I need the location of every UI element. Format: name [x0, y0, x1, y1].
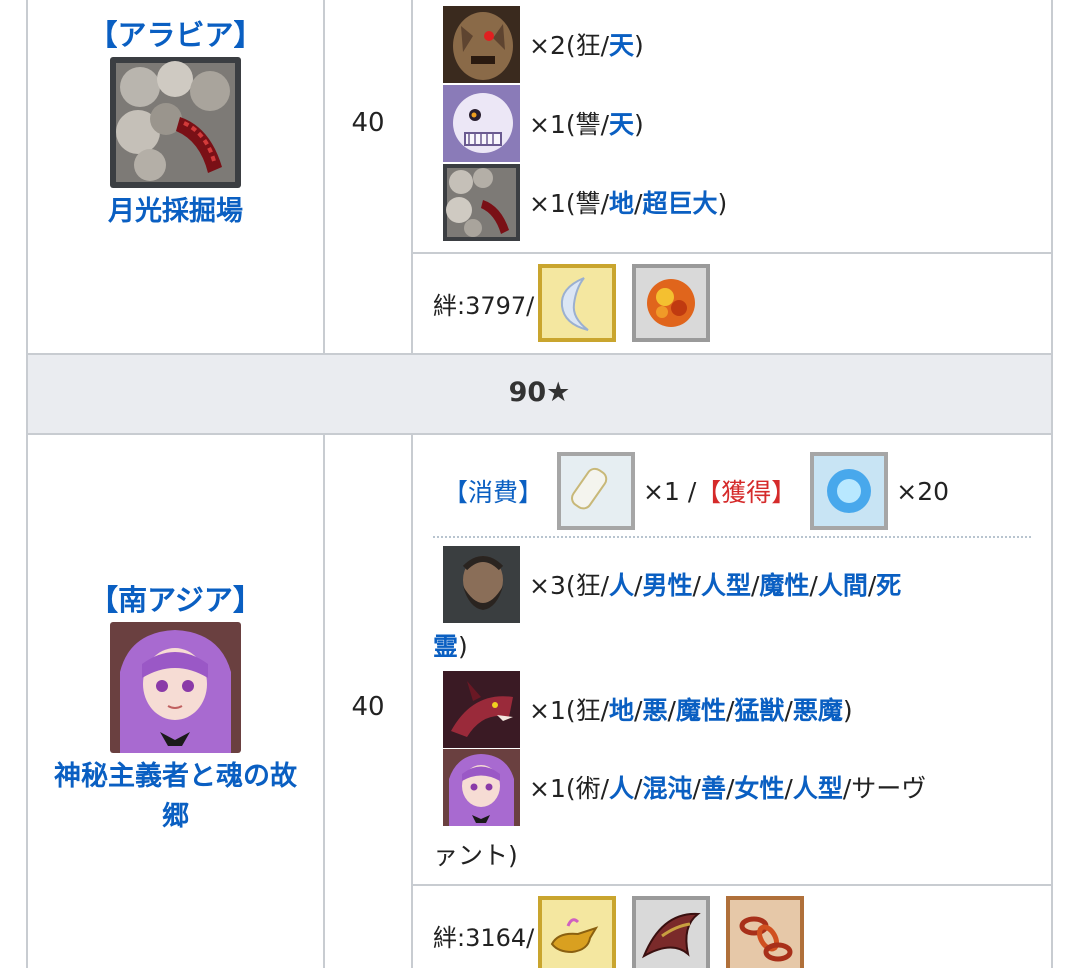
consume-label[interactable]: 【消費】	[443, 473, 543, 509]
enemy-count: ×1(狂/	[529, 696, 610, 725]
dragon-wing-icon[interactable]	[632, 896, 711, 968]
ap-cost: 40	[351, 692, 385, 722]
quest-name-link[interactable]: 神秘主義者と魂の故 郷	[28, 757, 323, 837]
enemy-count: ×1(讐/	[529, 110, 610, 139]
trait-link[interactable]: 魔性	[759, 571, 809, 600]
ap-cost: 40	[351, 108, 385, 138]
quest-cell: 【南アジア】 神秘主義者と魂の故 郷	[28, 582, 323, 837]
trait-link[interactable]: 猛獣	[734, 696, 784, 725]
enemy-row: ×1(讐/地/超巨大)	[443, 163, 727, 241]
trait-link[interactable]: 人型	[793, 774, 843, 803]
trait-link[interactable]: 地	[609, 696, 634, 725]
enemy-text: ×2(狂/天)	[529, 26, 644, 62]
bond-points: 絆:3164/	[433, 923, 535, 952]
enemy-text-wrap: 霊)	[433, 627, 468, 667]
enemy-suffix: )	[717, 189, 728, 218]
golem-demon-icon[interactable]	[443, 5, 520, 83]
separator: /	[784, 774, 793, 803]
blue-crystal-icon[interactable]	[810, 452, 889, 530]
drop-row: 絆:3164/	[433, 896, 820, 968]
moon-crystal-icon[interactable]	[538, 264, 617, 342]
enemy-count: ×1(術/	[529, 774, 610, 803]
table-border-right	[1051, 0, 1053, 968]
quest-name-line: 郷	[162, 801, 189, 832]
flame-petal-icon[interactable]	[632, 264, 711, 342]
trait-link[interactable]: 地	[609, 189, 634, 218]
enemy-row: ×1(術/人/混沌/善/女性/人型/サーヴ	[443, 748, 926, 826]
purple-haired-girl-icon[interactable]	[110, 622, 241, 753]
separator: /	[784, 696, 793, 725]
dotted-divider	[433, 536, 1031, 538]
rock-centipede-icon[interactable]	[110, 57, 241, 188]
consume-qty: ×1 /	[643, 476, 697, 506]
trait-link[interactable]: 善	[701, 774, 726, 803]
table-border-col1	[323, 0, 325, 355]
enemy-suffix: )	[458, 632, 468, 661]
enemy-text: ×3(狂/人/男性/人型/魔性/人間/死	[529, 566, 901, 602]
row-divider	[411, 252, 1053, 254]
trait-link[interactable]: 魔性	[676, 696, 726, 725]
quest-cell: 【アラビア】 月光採掘場	[28, 17, 323, 232]
section-header: 90★	[28, 355, 1051, 433]
section-title: 90★	[508, 377, 571, 408]
trait-link[interactable]: 天	[609, 110, 634, 139]
bearded-man-icon[interactable]	[443, 545, 520, 623]
rock-centipede-icon[interactable]	[443, 163, 520, 241]
purple-haired-girl-icon[interactable]	[443, 748, 520, 826]
separator: /	[692, 774, 701, 803]
enemy-count: ×1(讐/	[529, 189, 610, 218]
row-divider	[411, 884, 1053, 886]
gain-qty: ×20	[896, 476, 950, 506]
table-border-col2b	[411, 433, 413, 968]
enemy-count: ×2(狂/	[529, 31, 610, 60]
trait-link[interactable]: 人	[609, 774, 634, 803]
trait-link[interactable]: 悪	[642, 696, 667, 725]
red-demon-icon[interactable]	[443, 670, 520, 748]
separator: /	[809, 571, 818, 600]
enemy-row: ×3(狂/人/男性/人型/魔性/人間/死	[443, 545, 901, 623]
separator: /	[692, 571, 701, 600]
trait-link[interactable]: 女性	[734, 774, 784, 803]
cost-row: 【消費】 ×1 / 【獲得】 ×20	[443, 451, 949, 531]
trait-link[interactable]: 超巨大	[642, 189, 717, 218]
quest-name-line: 神秘主義者と魂の故	[54, 761, 297, 792]
enemy-row: ×2(狂/天)	[443, 5, 644, 83]
region-label[interactable]: 【南アジア】	[28, 582, 323, 618]
enemy-text: ×1(術/人/混沌/善/女性/人型/サーヴ	[529, 769, 926, 805]
separator: /	[667, 696, 676, 725]
gain-label[interactable]: 【獲得】	[696, 473, 796, 509]
trait-link[interactable]: 死	[876, 571, 901, 600]
enemy-suffix: )	[634, 110, 644, 139]
enemy-suffix: )	[842, 696, 853, 725]
enemy-suffix: /サーヴ	[842, 774, 927, 803]
drop-row: 絆:3797/	[433, 264, 726, 342]
enemy-text: ×1(讐/天)	[529, 105, 644, 141]
row-divider	[26, 433, 1053, 435]
enemy-suffix: )	[634, 31, 644, 60]
region-label[interactable]: 【アラビア】	[28, 17, 323, 53]
enemy-count: ×3(狂/	[529, 571, 610, 600]
trait-link[interactable]: 悪魔	[793, 696, 843, 725]
enemy-text-wrap: ァント)	[433, 841, 518, 870]
enemy-row: ×1(狂/地/悪/魔性/猛獣/悪魔)	[443, 670, 853, 748]
chain-icon[interactable]	[726, 896, 805, 968]
enemy-row: ×1(讐/天)	[443, 84, 644, 162]
trait-link[interactable]: 男性	[642, 571, 692, 600]
bronze-fruit-can-icon[interactable]	[557, 452, 636, 530]
bond-points: 絆:3797/	[433, 291, 535, 320]
table-border-col2	[411, 0, 413, 355]
enemy-text: ×1(狂/地/悪/魔性/猛獣/悪魔)	[529, 691, 853, 727]
trait-link[interactable]: 天	[609, 31, 634, 60]
trait-link[interactable]: 人型	[701, 571, 751, 600]
trait-link[interactable]: 混沌	[642, 774, 692, 803]
quest-name-link[interactable]: 月光採掘場	[28, 192, 323, 232]
trait-link[interactable]: 人	[609, 571, 634, 600]
magic-lamp-icon[interactable]	[538, 896, 617, 968]
skull-beast-icon[interactable]	[443, 84, 520, 162]
enemy-text: ×1(讐/地/超巨大)	[529, 184, 727, 220]
trait-link[interactable]: 人間	[818, 571, 868, 600]
trait-link[interactable]: 霊	[433, 632, 458, 661]
